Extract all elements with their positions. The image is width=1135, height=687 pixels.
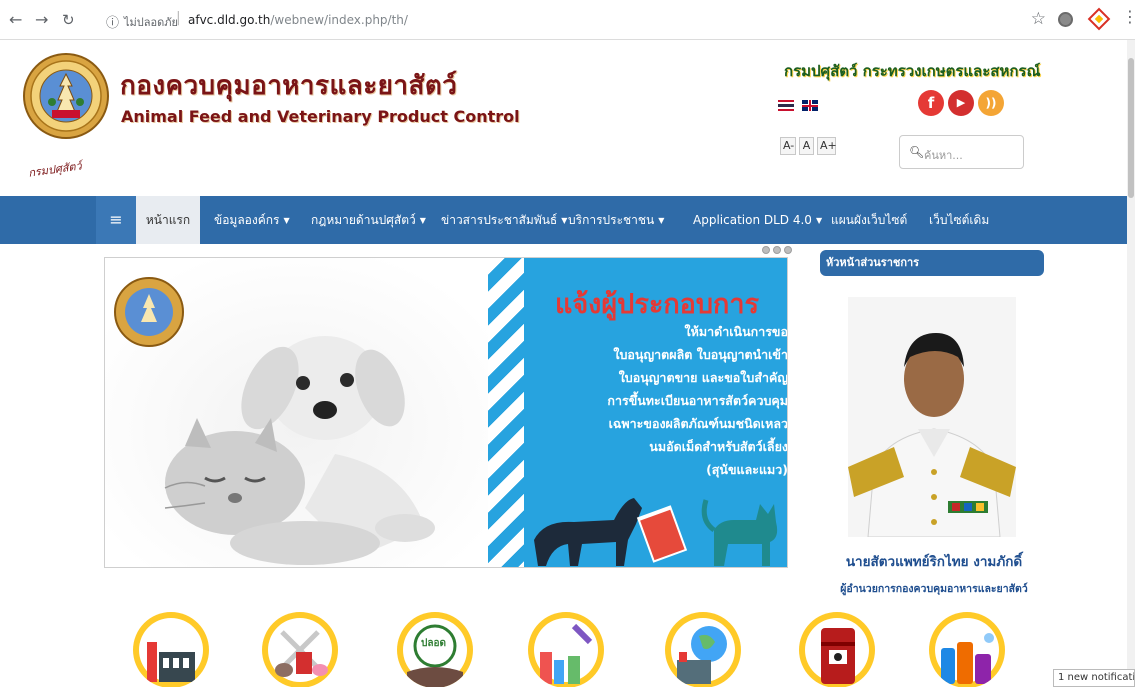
poster-line: (สุนัขและแมว) <box>706 462 788 477</box>
menu-icon[interactable]: ≡ <box>96 196 136 244</box>
slider-dot[interactable] <box>784 246 792 254</box>
nav-item-news[interactable]: ข่าวสารประชาสัมพันธ์ ▼ <box>441 196 567 244</box>
factory-icon[interactable] <box>133 612 209 687</box>
caret-down-icon: ▼ <box>561 216 568 225</box>
livestock-icon[interactable] <box>262 612 338 687</box>
font-increase-button[interactable]: A+ <box>817 137 837 155</box>
nav-item-label: Application DLD 4.0 <box>693 213 812 227</box>
caret-down-icon: ▼ <box>658 216 665 225</box>
search-icon: 🔍︎ <box>909 145 925 159</box>
nav-item-label: ข่าวสารประชาสัมพันธ์ <box>441 213 558 227</box>
director-portrait <box>848 297 1016 537</box>
back-icon[interactable]: ← <box>9 12 22 28</box>
safe-badge-label: ปลอด <box>421 638 446 649</box>
extension-adblock-icon[interactable] <box>1087 7 1111 31</box>
forward-icon[interactable]: → <box>35 12 48 28</box>
cleaning-graphic <box>941 633 994 684</box>
hazard-barrel-icon[interactable] <box>799 612 875 687</box>
dog-cat-document-illustration <box>534 498 778 566</box>
font-normal-button[interactable]: A <box>799 137 814 155</box>
pets-photo <box>105 258 488 567</box>
caret-down-icon: ▼ <box>815 216 823 225</box>
site-subtitle: Animal Feed and Veterinary Product Contr… <box>121 107 520 126</box>
nav-item-law[interactable]: กฎหมายด้านปศุสัตว์ ▼ <box>311 196 426 244</box>
page: ← → ↻ ⓘ ไม่ปลอดภัย | afvc.dld.go.th/webn… <box>0 0 1135 687</box>
page-scrollbar[interactable] <box>1127 40 1135 669</box>
poster-line: ใบอนุญาตขาย และขอใบสำคัญ <box>618 370 788 385</box>
nav-item-application[interactable]: Application DLD 4.0 ▼ <box>693 196 822 244</box>
nav-item-about[interactable]: ข้อมูลองค์กร ▼ <box>214 196 290 244</box>
font-decrease-button[interactable]: A- <box>780 137 796 155</box>
url-host: afvc.dld.go.th <box>188 13 271 27</box>
factory-graphic <box>147 642 195 682</box>
nav-item-label: กฎหมายด้านปศุสัตว์ <box>311 213 416 227</box>
livestock-graphic <box>275 630 328 677</box>
nav-item-sitemap[interactable]: แผนผังเว็บไซต์ <box>831 196 907 244</box>
site-title[interactable]: กองควบคุมอาหารและยาสัตว์ <box>120 65 457 106</box>
nav-item-old-site[interactable]: เว็บไซต์เดิม <box>929 196 989 244</box>
thai-flag-icon[interactable] <box>778 100 794 111</box>
browser-menu-icon[interactable]: ⋮ <box>1122 9 1135 25</box>
notification-toast[interactable]: 1 new notification <box>1053 669 1135 687</box>
cleaning-products-icon[interactable] <box>929 612 1005 687</box>
extension-icon[interactable] <box>1058 12 1073 27</box>
caret-down-icon: ▼ <box>419 216 426 225</box>
puppy-kitten-illustration <box>105 258 488 567</box>
poster-title: แจ้งผู้ประกอบการ <box>554 289 760 320</box>
announcement-poster: แจ้งผู้ประกอบการ ให้มาดำเนินการขอ ใบอนุญ… <box>488 258 788 567</box>
rss-icon[interactable]: )) <box>978 90 1004 116</box>
uk-flag-icon[interactable] <box>802 100 818 111</box>
bookmark-star-icon[interactable]: ☆ <box>1031 9 1046 29</box>
site-header: กรมปศุสัตว์ กองควบคุมอาหารและยาสัตว์ Ani… <box>0 40 1135 196</box>
director-photo <box>848 297 1016 537</box>
security-label: ไม่ปลอดภัย <box>124 16 178 29</box>
main-nav: ≡ หน้าแรก ข้อมูลองค์กร ▼ กฎหมายด้านปศุสัต… <box>0 196 1135 244</box>
globe-graphic <box>677 626 727 684</box>
department-title: กรมปศุสัตว์ กระทรวงเกษตรและสหกรณ์ <box>784 62 1041 80</box>
director-name[interactable]: นายสัตวแพทย์ริกไทย งามภักดิ์ <box>820 550 1048 572</box>
nav-item-label: ข้อมูลองค์กร <box>214 213 280 227</box>
search-placeholder: ค้นหา... <box>924 149 963 162</box>
seal-caption: กรมปศุสัตว์ <box>27 159 83 180</box>
lab-graphic <box>540 623 593 684</box>
certified-safe-icon[interactable]: ปลอด <box>397 612 473 687</box>
nav-item-label: เว็บไซต์เดิม <box>929 213 990 227</box>
facebook-icon[interactable]: f <box>918 90 944 116</box>
address-bar[interactable]: ⓘ ไม่ปลอดภัย | afvc.dld.go.th/webnew/ind… <box>98 6 1046 34</box>
poster-line: นมอัดเม็ดสำหรับสัตว์เลี้ยง <box>649 439 788 454</box>
nav-item-label: แผนผังเว็บไซต์ <box>831 213 908 227</box>
slider-dot[interactable] <box>773 246 781 254</box>
poster-line: ให้มาดำเนินการขอ <box>684 324 788 339</box>
browser-toolbar: ← → ↻ ⓘ ไม่ปลอดภัย | afvc.dld.go.th/webn… <box>0 0 1135 40</box>
poster-line: ใบอนุญาตผลิต ใบอนุญาตนำเข้า <box>613 347 788 362</box>
dld-seal-logo[interactable] <box>22 52 110 160</box>
barrel-graphic <box>821 628 855 684</box>
poster-line: เฉพาะของผลิตภัณฑ์นมชนิดเหลว <box>608 416 788 431</box>
youtube-icon[interactable]: ▶ <box>948 90 974 116</box>
lab-icon[interactable] <box>528 612 604 687</box>
slider-dot[interactable] <box>762 246 770 254</box>
banner-slider[interactable]: แจ้งผู้ประกอบการ ให้มาดำเนินการขอ ใบอนุญ… <box>104 257 788 568</box>
url-divider: | <box>176 10 181 26</box>
reload-icon[interactable]: ↻ <box>62 12 75 28</box>
nav-item-services[interactable]: บริการประชาชน ▼ <box>568 196 664 244</box>
url-path: /webnew/index.php/th/ <box>270 13 408 27</box>
global-trade-icon[interactable] <box>665 612 741 687</box>
scrollbar-thumb[interactable] <box>1128 58 1134 198</box>
nav-item-label: บริการประชาชน <box>568 213 655 227</box>
caret-down-icon: ▼ <box>283 216 290 225</box>
director-position: ผู้อำนวยการกองควบคุมอาหารและยาสัตว์ <box>840 583 1028 595</box>
poster-stripes <box>488 258 524 567</box>
search-input[interactable]: 🔍︎ ค้นหา... <box>899 135 1024 169</box>
url-text[interactable]: afvc.dld.go.th/webnew/index.php/th/ <box>188 13 408 27</box>
poster-line: การขึ้นทะเบียนอาหารสัตว์ควบคุม <box>607 393 788 408</box>
poster-body: ให้มาดำเนินการขอ ใบอนุญาตผลิต ใบอนุญาตนำ… <box>528 320 788 481</box>
nav-item-home[interactable]: หน้าแรก <box>136 196 200 244</box>
director-panel-title: หัวหน้าส่วนราชการ <box>820 250 1044 276</box>
info-icon[interactable]: ⓘ <box>106 12 119 31</box>
